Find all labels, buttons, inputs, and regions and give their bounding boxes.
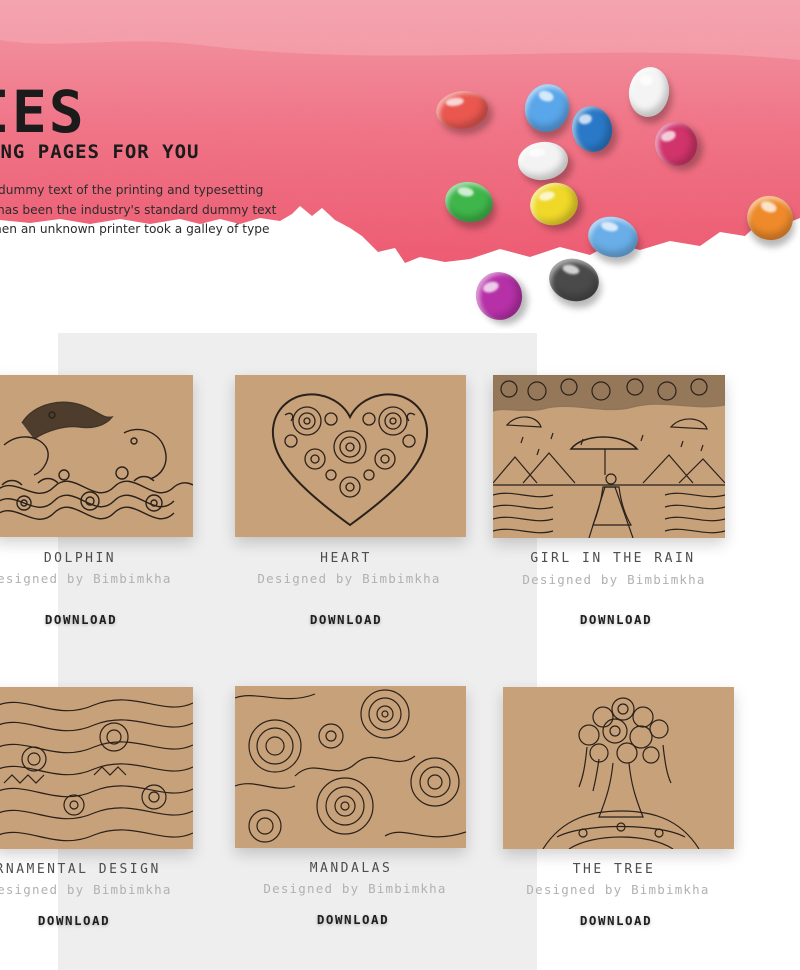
card-title: DOLPHIN (43, 551, 117, 566)
card-title: GIRL IN THE RAIN (530, 551, 696, 566)
hero-title: DIES (0, 78, 86, 146)
download-button[interactable]: DOWNLOAD (45, 612, 117, 627)
card-author: Designed by Bimbimkha (263, 881, 447, 896)
tree-art[interactable] (503, 687, 734, 849)
card-author: Designed by Bimbimkha (0, 571, 172, 586)
hero-text-line: hen an unknown printer took a galley of … (0, 222, 270, 236)
card-author: Designed by Bimbimkha (522, 572, 706, 587)
card-author: Designed by Bimbimkha (0, 882, 172, 897)
download-button[interactable]: DOWNLOAD (310, 612, 382, 627)
download-button[interactable]: DOWNLOAD (317, 912, 389, 927)
dolphin-art[interactable] (0, 375, 193, 537)
heart-art[interactable] (235, 375, 466, 537)
hero-banner: DIES ING PAGES FOR YOU dummy text of the… (0, 0, 800, 330)
card-title: ORNAMENTAL DESIGN (0, 862, 161, 877)
card-author: Designed by Bimbimkha (257, 571, 441, 586)
card-author: Designed by Bimbimkha (526, 882, 710, 897)
download-button[interactable]: DOWNLOAD (580, 612, 652, 627)
hero-description: dummy text of the printing and typesetti… (0, 181, 277, 240)
hero-text-line: has been the industry's standard dummy t… (0, 202, 277, 217)
ornamental-art[interactable] (0, 687, 193, 849)
download-button[interactable]: DOWNLOAD (580, 913, 652, 928)
hero-subtitle: ING PAGES FOR YOU (0, 141, 200, 163)
mandalas-art[interactable] (235, 686, 466, 848)
hero-text-line: dummy text of the printing and typesetti… (0, 183, 264, 197)
card-title: HEART (320, 551, 372, 566)
card-title: MANDALAS (309, 861, 393, 876)
card-title: THE TREE (572, 862, 656, 877)
girl-in-rain-art[interactable] (493, 375, 725, 538)
download-button[interactable]: DOWNLOAD (38, 913, 110, 928)
